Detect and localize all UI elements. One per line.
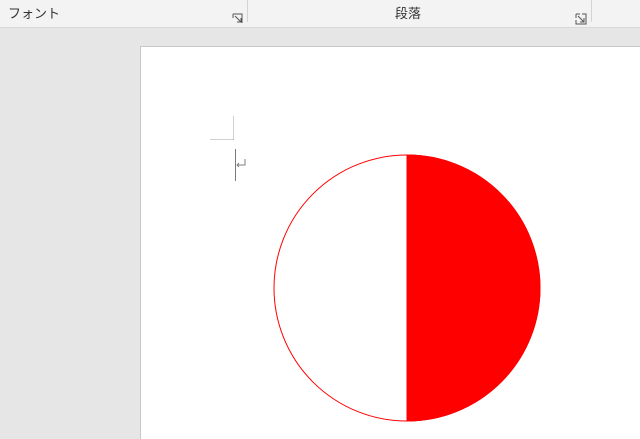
ribbon-group-label-bar: フォント 段落 <box>0 0 640 28</box>
ribbon-group-paragraph: 段落 <box>248 0 591 27</box>
font-group-label: フォント <box>8 7 61 22</box>
half-filled-circle-shape[interactable] <box>272 153 542 423</box>
paragraph-dialog-launcher-icon[interactable] <box>575 10 587 25</box>
paragraph-mark-icon <box>234 155 248 169</box>
ribbon-group-font: フォント <box>0 0 247 27</box>
ribbon-separator <box>591 0 592 22</box>
font-dialog-launcher-icon[interactable] <box>232 10 244 23</box>
circle-filled-half <box>406 154 541 422</box>
margin-corner-mark-icon <box>210 116 235 141</box>
document-page[interactable] <box>140 46 640 439</box>
document-workspace[interactable] <box>0 28 640 439</box>
paragraph-group-label: 段落 <box>394 7 421 22</box>
